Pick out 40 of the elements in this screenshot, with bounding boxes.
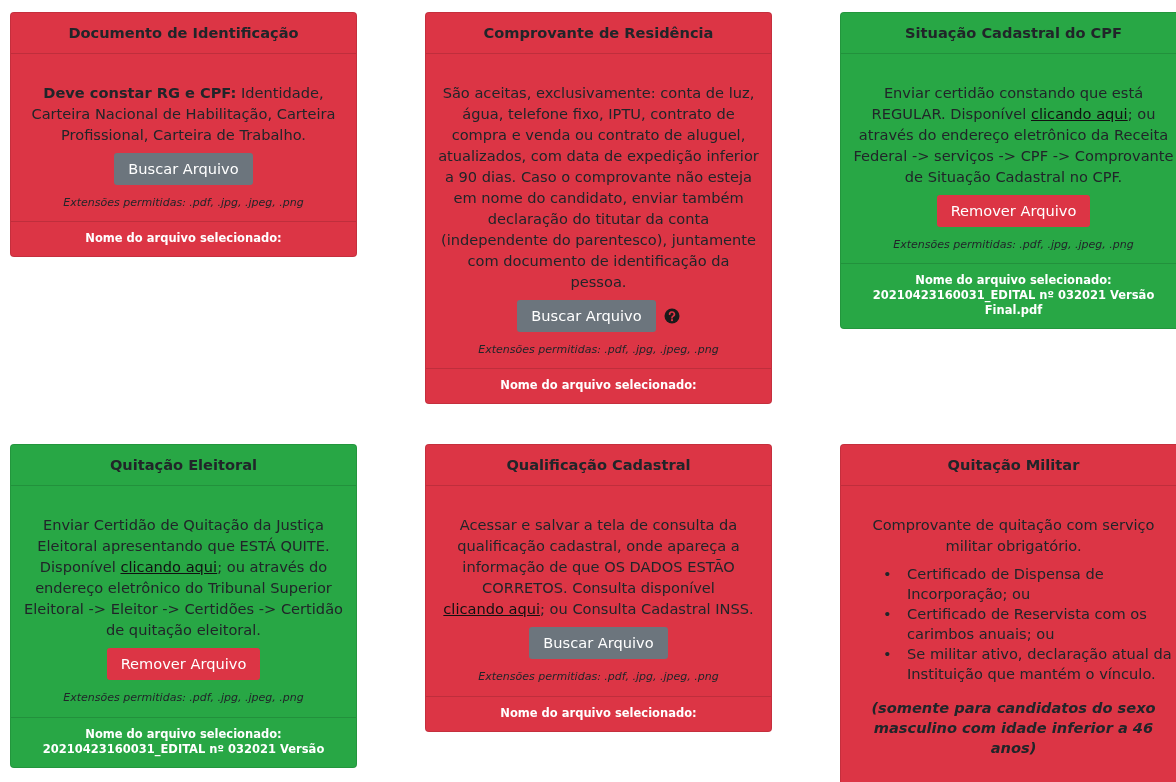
browse-file-button[interactable]: Buscar Arquivo [517,299,656,332]
card-description: Deve constar RG e CPF: Identidade, Carteira Nacional de Habilitação, Carteira Profissional, Carteira de Trabalho. [30,82,337,145]
file-name: 20210423160031_EDITAL nº 032021 Versão Final.pdf [871,288,1156,319]
list-item: Certificado de Reservista com os carimbos anuais; ou [907,604,1148,645]
link[interactable]: clicando aqui [120,558,218,576]
allowed-extensions: Extensões permitidas: .pdf, .jpg, .jpeg, .png [477,341,720,358]
list-bullet: • [883,644,893,665]
card-description: São aceitas, exclusivamente: conta de luz, água, telefone fixo, IPTU, contrato de compra e venda ou contrato de aluguel, atualizados, com data de expedição inferior a 90 dias. Caso o comprovante não esteja em nome do candidato, enviar também declaração do titutar da conta (independente do parentesco), juntamente com documento de identificação da pessoa. [438,82,759,292]
list-bullet: • [883,604,893,625]
browse-file-button[interactable]: Buscar Arquivo [529,627,668,660]
card-title: Documento de Identificação [11,13,356,54]
remove-file-button[interactable]: Remover Arquivo [106,648,261,681]
allowed-extensions: Extensões permitidas: .pdf, .jpg, .jpeg, .png [892,236,1135,253]
card-description: Enviar Certidão de Quitação da Justiça Eleitoral apresentando que ESTÁ QUITE. Disponível clicando aqui; ou através do endereço eletrônico do Tribunal Superior Eleitoral -> Eleitor -> Certidões -> Certidão de quitação eleitoral. [23,515,344,641]
link[interactable]: clicando aqui [443,600,541,618]
file-label: Nome do arquivo selecionado: [499,705,698,721]
card-title: Situação Cadastral do CPF [841,13,1176,54]
file-name: 20210423160031_EDITAL nº 032021 Versão [41,741,326,757]
note-text: (somente para candidatos do sexo masculino com idade inferior a 46 anos) [870,698,1157,759]
list-item: Se militar ativo, declaração atual da Instituição que mantém o vínculo. [907,644,1173,685]
card-title: Quitação Eleitoral [11,445,356,487]
card-title: Qualificação Cadastral [426,445,771,487]
card-title: Quitação Militar [841,445,1176,487]
file-label: Nome do arquivo selecionado: [84,231,283,247]
card-description: Enviar certidão constando que está REGULAR. Disponível clicando aqui; ou através do endereço eletrônico da Receita Federal -> serviços -> CPF -> Comprovante de Situação Cadastral no CPF. [853,82,1174,187]
card-description: Comprovante de quitação com serviço militar obrigatório. [871,515,1156,557]
allowed-extensions: Extensões permitidas: .pdf, .jpg, .jpeg, .png [62,194,305,211]
list-item: Certificado de Dispensa de Incorporação; ou [907,564,1105,605]
file-label: Nome do arquivo selecionado: [84,726,283,742]
link[interactable]: clicando aqui [1031,104,1128,122]
card-title: Comprovante de Residência [426,13,771,54]
card-description: Acessar e salvar a tela de consulta da qualificação cadastral, onde apareça a informação de que OS DADOS ESTÃO CORRETOS. Consulta disponível clicando aqui; ou Consulta Cadastral INSS. [442,515,755,620]
browse-file-button[interactable]: Buscar Arquivo [114,152,253,185]
remove-file-button[interactable]: Remover Arquivo [936,194,1091,227]
allowed-extensions: Extensões permitidas: .pdf, .jpg, .jpeg, .png [477,669,720,686]
file-label: Nome do arquivo selecionado: [914,273,1113,289]
allowed-extensions: Extensões permitidas: .pdf, .jpg, .jpeg, .png [62,690,305,707]
help-icon[interactable] [663,307,680,324]
list-bullet: • [883,564,893,585]
file-label: Nome do arquivo selecionado: [499,378,698,394]
